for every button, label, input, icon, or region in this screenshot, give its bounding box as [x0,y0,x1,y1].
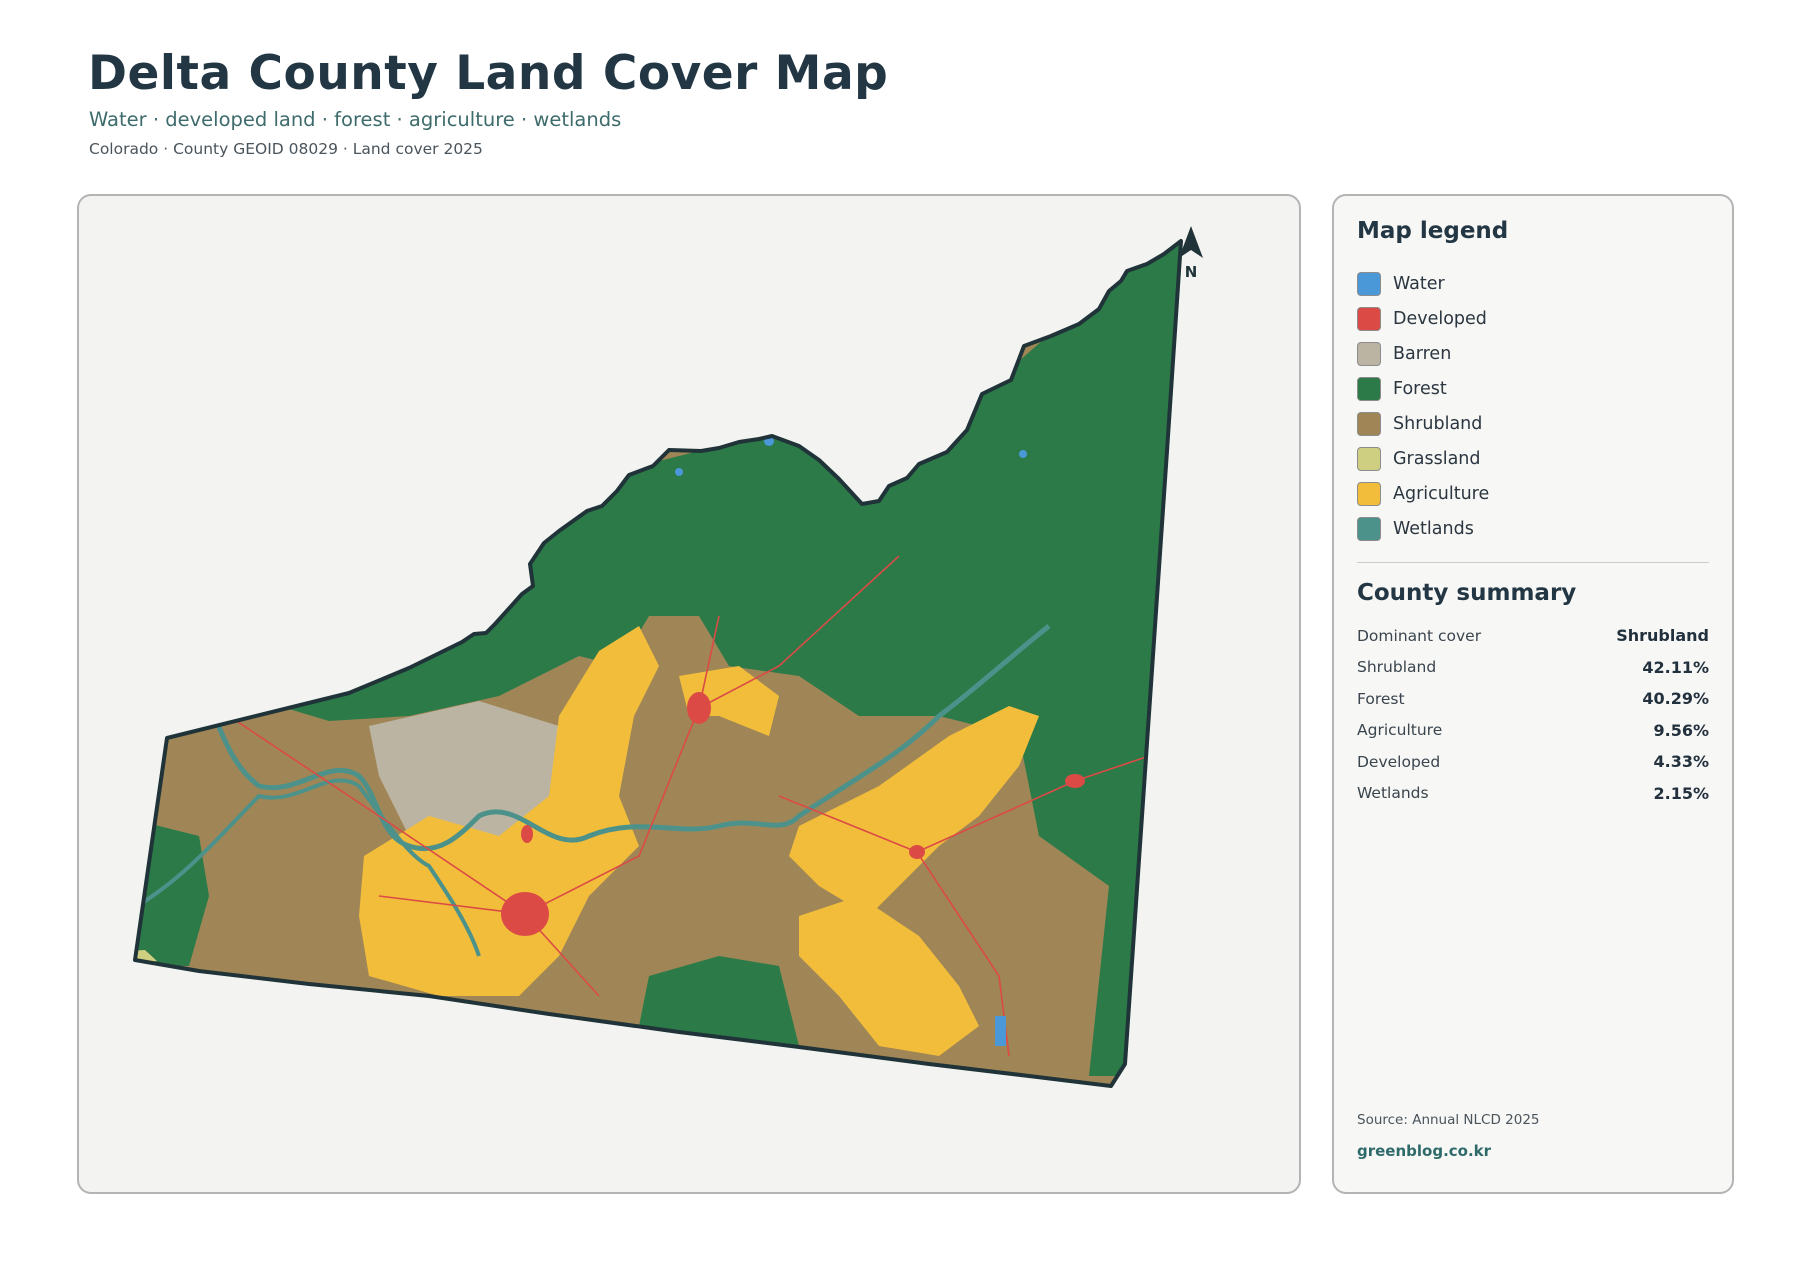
legend-item-developed: Developed [1357,301,1489,336]
summary-table: Dominant cover Shrubland Shrubland 42.11% … [1357,620,1709,809]
page-meta: Colorado · County GEOID 08029 · Land cov… [89,140,483,158]
legend-list: Water Developed Barren Forest Shrubland … [1357,266,1489,546]
legend-label: Grassland [1393,448,1481,469]
summary-key: Dominant cover [1357,626,1482,645]
legend-label: Barren [1393,343,1452,364]
legend-item-shrubland: Shrubland [1357,406,1489,441]
land-cover-map[interactable]: N [79,196,1301,1194]
summary-value: 2.15% [1653,783,1709,803]
north-arrow: N [1179,226,1203,281]
source-note: Source: Annual NLCD 2025 [1357,1112,1540,1128]
forest-swatch-icon [1357,376,1381,401]
map-panel[interactable]: N [77,194,1301,1194]
grassland-swatch-icon [1357,446,1381,471]
credit-link[interactable]: greenblog.co.kr [1357,1142,1491,1160]
summary-row-dominant: Dominant cover Shrubland [1357,620,1709,652]
water-swatch-icon [1357,271,1381,296]
lake-east [1019,450,1027,458]
side-panel: Map legend Water Developed Barren Forest… [1332,194,1734,1194]
lake-north-1 [645,450,657,462]
legend-label: Wetlands [1393,518,1474,539]
legend-label: Developed [1393,308,1487,329]
summary-value: 42.11% [1642,657,1709,677]
summary-key: Agriculture [1357,721,1443,740]
summary-value: Shrubland [1616,626,1709,646]
legend-item-water: Water [1357,266,1489,301]
summary-row-shrubland: Shrubland 42.11% [1357,652,1709,684]
summary-title: County summary [1357,580,1577,606]
reservoir [995,1016,1006,1046]
agriculture-swatch-icon [1357,481,1381,506]
summary-key: Wetlands [1357,784,1429,803]
town-small [521,825,533,843]
legend-label: Shrubland [1393,413,1483,434]
north-label: N [1185,263,1198,281]
developed-swatch-icon [1357,306,1381,331]
legend-item-wetlands: Wetlands [1357,511,1489,546]
legend-item-agriculture: Agriculture [1357,476,1489,511]
summary-row-agriculture: Agriculture 9.56% [1357,715,1709,747]
legend-title: Map legend [1357,218,1509,244]
summary-key: Developed [1357,752,1441,771]
barren-swatch-icon [1357,341,1381,366]
lake-north-3 [675,468,683,476]
legend-item-forest: Forest [1357,371,1489,406]
legend-label: Forest [1393,378,1447,399]
shrubland-swatch-icon [1357,411,1381,436]
summary-key: Shrubland [1357,658,1437,677]
summary-value: 40.29% [1642,689,1709,709]
page-subtitle: Water · developed land · forest · agricu… [89,108,622,131]
page-title: Delta County Land Cover Map [88,46,889,101]
summary-row-forest: Forest 40.29% [1357,683,1709,715]
legend-label: Agriculture [1393,483,1490,504]
divider [1357,562,1709,563]
summary-value: 9.56% [1653,720,1709,740]
legend-item-grassland: Grassland [1357,441,1489,476]
wetlands-swatch-icon [1357,516,1381,541]
summary-key: Forest [1357,689,1405,708]
summary-row-wetlands: Wetlands 2.15% [1357,778,1709,810]
legend-item-barren: Barren [1357,336,1489,371]
legend-label: Water [1393,273,1445,294]
summary-row-developed: Developed 4.33% [1357,746,1709,778]
summary-value: 4.33% [1653,752,1709,772]
